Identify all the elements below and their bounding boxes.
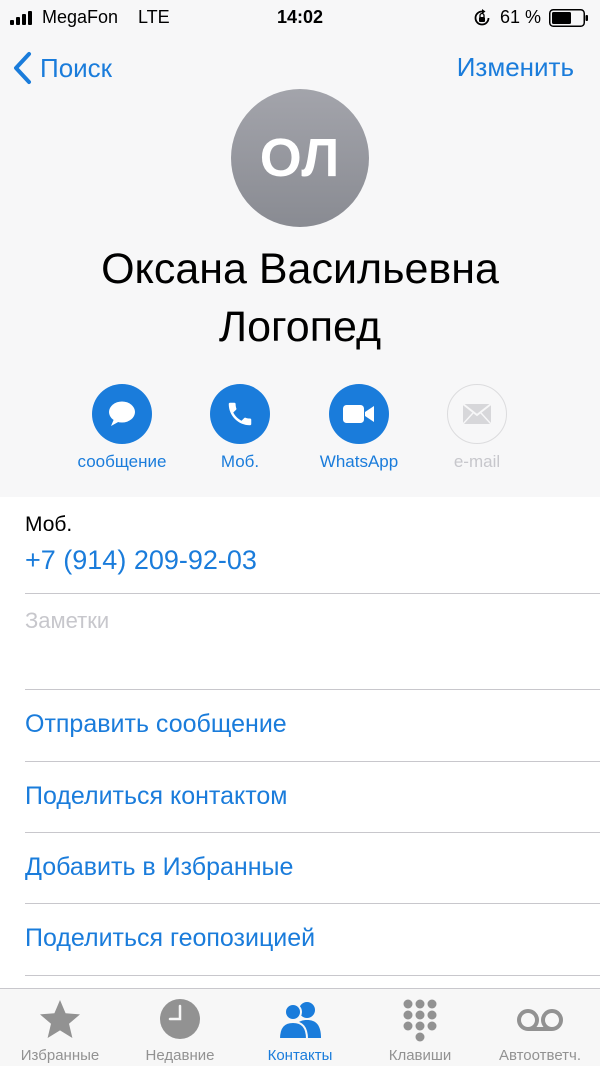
video-icon — [343, 405, 374, 423]
tab-favorites-label: Избранные — [20, 1047, 100, 1064]
edit-button[interactable]: Изменить — [457, 52, 574, 83]
email-action-button[interactable]: e-mail — [417, 384, 537, 472]
message-action-button[interactable]: сообщение — [62, 384, 182, 472]
divider — [25, 975, 600, 976]
tab-recents[interactable]: Недавние — [120, 989, 240, 1066]
message-icon — [109, 401, 135, 426]
whatsapp-action-label: WhatsApp — [319, 452, 399, 471]
tab-keypad[interactable]: Клавиши — [360, 989, 480, 1066]
contact-name-line1: Оксана Васильевна — [101, 245, 499, 293]
whatsapp-action-button[interactable]: WhatsApp — [299, 384, 419, 472]
contact-name-line2: Логопед — [218, 303, 382, 351]
divider — [25, 903, 600, 904]
keypad-icon — [403, 999, 437, 1042]
contact-name: Оксана Васильевна Логопед — [0, 240, 600, 356]
back-button[interactable]: Поиск — [12, 50, 112, 86]
phone-number-link[interactable]: +7 (914) 209-92-03 — [25, 545, 257, 576]
phone-icon — [228, 402, 252, 426]
back-button-label: Поиск — [40, 52, 113, 83]
battery-icon — [549, 9, 588, 27]
clock-icon — [160, 999, 200, 1039]
avatar: ОЛ — [231, 89, 369, 227]
call-action-button[interactable]: Моб. — [180, 384, 300, 472]
quick-actions: сообщение Моб. WhatsApp e-mail — [0, 384, 600, 484]
mail-icon — [462, 403, 492, 425]
tab-contacts[interactable]: Контакты — [240, 989, 360, 1066]
tab-bar: Избранные Недавние Контакты Клавиши Авто… — [0, 988, 600, 1066]
tab-voicemail[interactable]: Автоответч. — [480, 989, 600, 1066]
tab-contacts-label: Контакты — [267, 1047, 333, 1064]
notes-field[interactable]: Заметки — [25, 608, 109, 634]
rotation-lock-icon — [474, 9, 490, 26]
email-action-label: e-mail — [453, 452, 501, 471]
divider — [25, 689, 600, 690]
star-icon — [40, 1000, 80, 1038]
divider — [25, 593, 600, 594]
phone-label: Моб. — [25, 513, 73, 536]
voicemail-icon — [517, 1009, 563, 1031]
call-action-label: Моб. — [220, 452, 260, 471]
send-message-link[interactable]: Отправить сообщение — [25, 710, 287, 739]
tab-favorites[interactable]: Избранные — [0, 989, 120, 1066]
tab-recents-label: Недавние — [145, 1047, 215, 1064]
message-action-label: сообщение — [77, 452, 167, 471]
share-contact-link[interactable]: Поделиться контактом — [25, 782, 287, 811]
share-location-link[interactable]: Поделиться геопозицией — [25, 924, 315, 953]
tab-voicemail-label: Автоответч. — [498, 1047, 582, 1064]
divider — [25, 832, 600, 833]
divider — [25, 761, 600, 762]
contacts-icon — [277, 1002, 321, 1040]
battery-percent: 61 % — [500, 7, 542, 27]
chevron-left-icon — [14, 52, 31, 84]
status-bar: MegaFon LTE 14:02 61 % — [0, 0, 600, 34]
add-to-favorites-link[interactable]: Добавить в Избранные — [25, 853, 293, 882]
tab-keypad-label: Клавиши — [388, 1047, 452, 1064]
